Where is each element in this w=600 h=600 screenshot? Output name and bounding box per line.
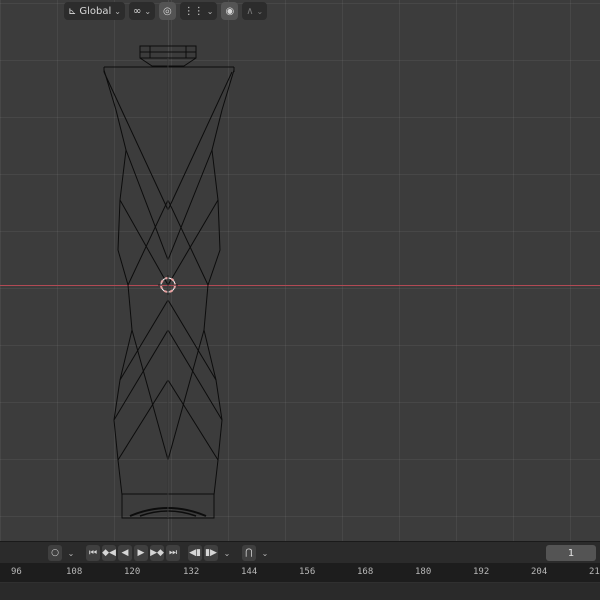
pivot-point-dropdown[interactable]: ∞ ⌄ bbox=[129, 2, 156, 20]
proportional-edit-toggle[interactable]: ◉ bbox=[221, 2, 239, 20]
prev-keyframe-icon: ◆◀ bbox=[102, 548, 116, 558]
chevron-down-icon: ⌄ bbox=[261, 548, 269, 558]
snap-magnet-icon: ◎ bbox=[163, 5, 172, 17]
ruler-tick-label: 108 bbox=[66, 567, 83, 577]
ruler-tick-label: 168 bbox=[357, 567, 374, 577]
wireframe-mesh[interactable] bbox=[0, 0, 600, 541]
next-keyframe-icon: ▶◆ bbox=[150, 548, 164, 558]
chevron-down-icon: ⌄ bbox=[67, 548, 75, 558]
transform-orientation-dropdown[interactable]: ⊾ Global ⌄ bbox=[64, 2, 125, 20]
chevron-down-icon: ⌄ bbox=[223, 548, 231, 558]
snap-target-dropdown[interactable]: ⋮⋮ ⌄ bbox=[179, 2, 218, 20]
proportional-falloff-dropdown[interactable]: ∧ ⌄ bbox=[242, 2, 268, 20]
record-icon: ○ bbox=[51, 548, 59, 558]
jump-to-end-button[interactable]: ⏭ bbox=[166, 545, 180, 561]
step-back-icon: ◀▮ bbox=[189, 548, 201, 558]
viewport-header: ⊾ Global ⌄ ∞ ⌄ ◎ ⋮⋮ ⌄ ◉ ∧ ⌄ bbox=[0, 0, 600, 22]
falloff-icon: ∧ bbox=[246, 5, 254, 17]
chevron-down-icon: ⌄ bbox=[206, 6, 214, 16]
jump-to-keyframe-prev-button[interactable]: ◆◀ bbox=[102, 545, 116, 561]
step-forward-icon: ▮▶ bbox=[205, 548, 217, 558]
auto-keying-toggle[interactable]: ○ bbox=[48, 545, 62, 561]
play-button[interactable]: ▶ bbox=[134, 545, 148, 561]
timeline-snap-toggle[interactable]: ⋂ bbox=[242, 545, 256, 561]
step-forward-button[interactable]: ▮▶ bbox=[204, 545, 218, 561]
chevron-down-icon: ⌄ bbox=[256, 6, 264, 16]
chevron-down-icon: ⌄ bbox=[144, 6, 152, 16]
chevron-down-icon: ⌄ bbox=[114, 6, 121, 16]
playback-dropdown[interactable]: ⌄ bbox=[220, 545, 234, 561]
jump-to-keyframe-next-button[interactable]: ▶◆ bbox=[150, 545, 164, 561]
ruler-tick-label: 144 bbox=[241, 567, 258, 577]
ruler-tick-label: 96 bbox=[11, 567, 22, 577]
timeline-ruler[interactable]: 96 108 120 132 144 156 168 180 192 204 21 bbox=[0, 563, 600, 583]
timeline-controls: ○ ⌄ ⏮ ◆◀ ◀ ▶ ▶◆ ⏭ ◀▮ ▮▶ ⌄ ⋂ ⌄ 1 bbox=[0, 541, 600, 564]
snap-toggle[interactable]: ◎ bbox=[159, 2, 176, 20]
proportional-edit-icon: ◉ bbox=[225, 5, 235, 17]
keying-dropdown[interactable]: ⌄ bbox=[64, 545, 78, 561]
ruler-tick-label: 21 bbox=[589, 567, 600, 577]
playback-controls: ⏮ ◆◀ ◀ ▶ ▶◆ ⏭ bbox=[84, 545, 180, 561]
play-reverse-button[interactable]: ◀ bbox=[118, 545, 132, 561]
jump-to-start-button[interactable]: ⏮ bbox=[86, 545, 100, 561]
ruler-tick-label: 204 bbox=[531, 567, 548, 577]
snap-magnet-icon: ⋂ bbox=[245, 548, 253, 558]
ruler-tick-label: 156 bbox=[299, 567, 316, 577]
ruler-tick-label: 180 bbox=[415, 567, 432, 577]
play-icon: ▶ bbox=[137, 548, 145, 558]
timeline-snap-dropdown[interactable]: ⌄ bbox=[258, 545, 272, 561]
timeline-area[interactable] bbox=[0, 583, 600, 600]
frame-step-controls: ◀▮ ▮▶ bbox=[186, 545, 218, 561]
pivot-link-icon: ∞ bbox=[133, 5, 142, 17]
jump-end-icon: ⏭ bbox=[168, 548, 178, 558]
ruler-tick-label: 132 bbox=[183, 567, 200, 577]
transform-orientation-label: Global bbox=[79, 5, 112, 17]
current-frame-field[interactable]: 1 bbox=[546, 545, 596, 561]
jump-start-icon: ⏮ bbox=[88, 548, 98, 558]
snap-increment-icon: ⋮⋮ bbox=[183, 5, 204, 17]
axis-gizmo-icon: ⊾ bbox=[68, 5, 77, 17]
step-back-button[interactable]: ◀▮ bbox=[188, 545, 202, 561]
ruler-tick-label: 192 bbox=[473, 567, 490, 577]
ruler-tick-label: 120 bbox=[124, 567, 141, 577]
play-reverse-icon: ◀ bbox=[121, 548, 129, 558]
3d-viewport[interactable]: ⊾ Global ⌄ ∞ ⌄ ◎ ⋮⋮ ⌄ ◉ ∧ ⌄ bbox=[0, 0, 600, 541]
